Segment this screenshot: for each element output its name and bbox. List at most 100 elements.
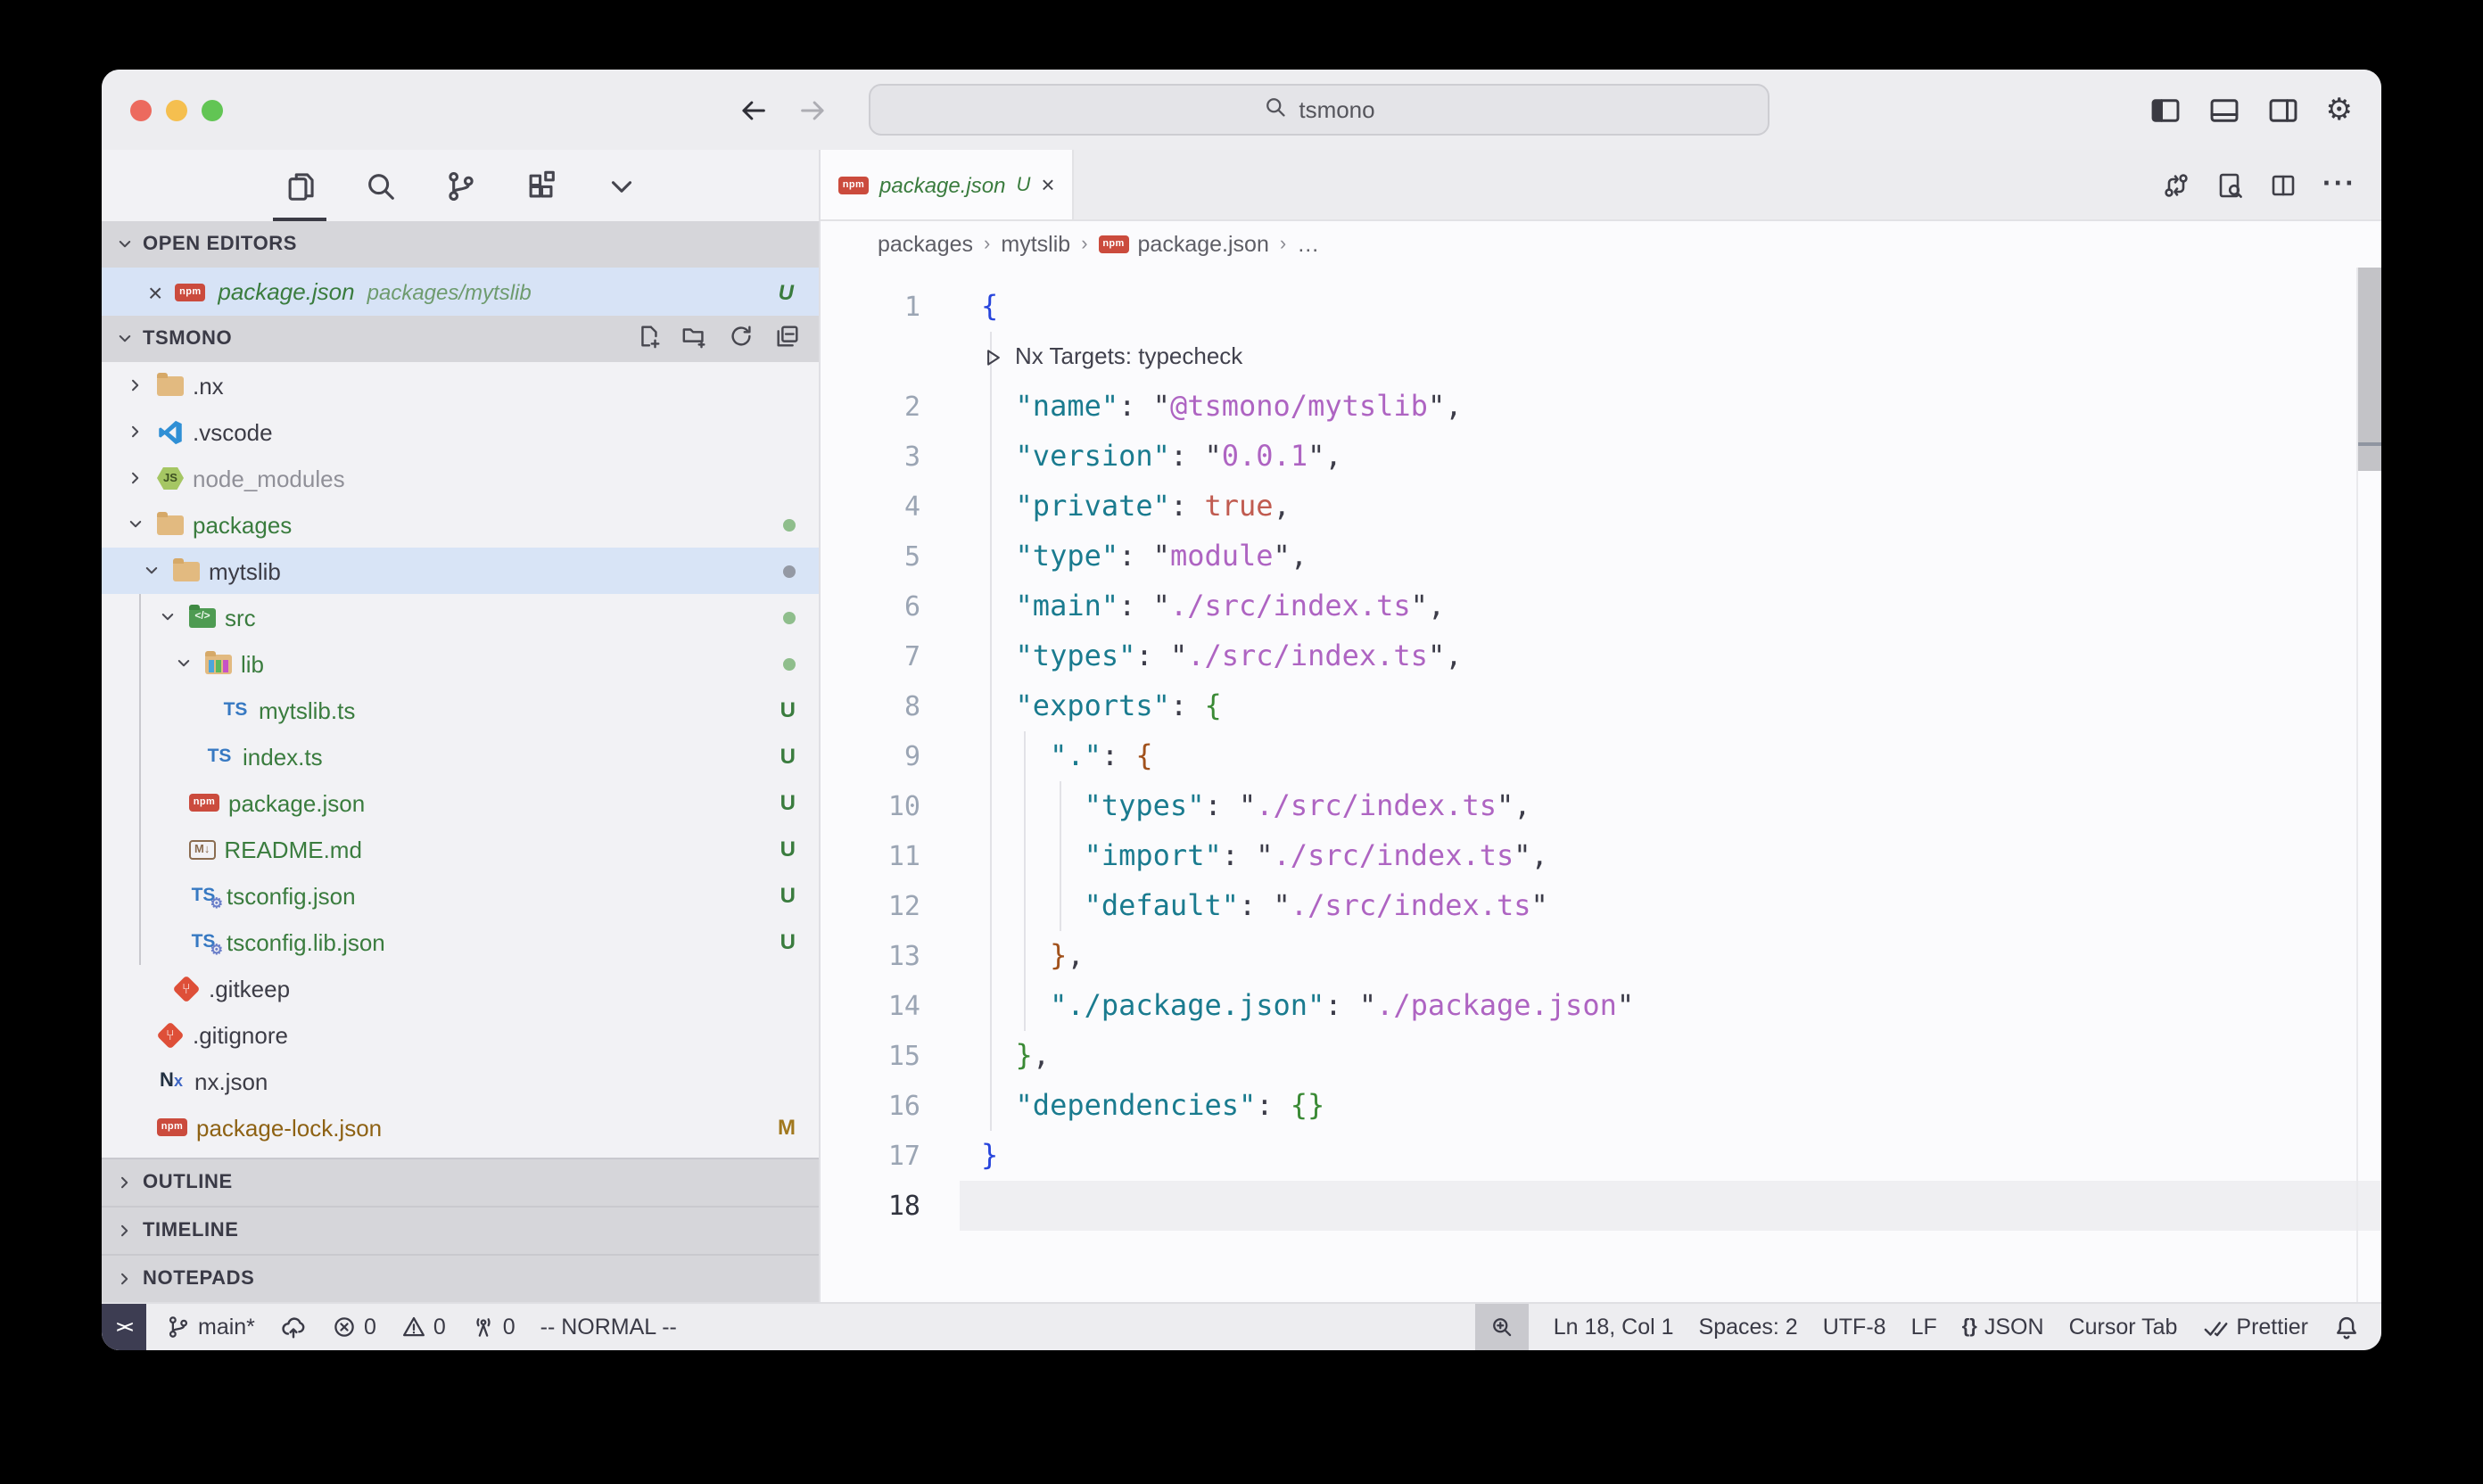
- line-content[interactable]: Nx Targets: typecheck: [960, 332, 2381, 382]
- collapse-all-icon[interactable]: [774, 323, 801, 355]
- indentation-status[interactable]: Spaces: 2: [1699, 1304, 1798, 1350]
- section-workspace[interactable]: TSMONO: [102, 316, 819, 362]
- toggle-sidebar-right-icon[interactable]: [2267, 94, 2299, 126]
- section-timeline[interactable]: TIMELINE: [102, 1206, 819, 1254]
- line-content[interactable]: "type": "module",: [960, 532, 2381, 581]
- back-button[interactable]: [737, 94, 769, 126]
- errors-status-icon: [332, 1315, 357, 1340]
- code-area[interactable]: 1{ Nx Targets: typecheck2 "name": "@tsmo…: [821, 268, 2381, 1302]
- line-content[interactable]: ".": {: [960, 731, 2381, 781]
- language-mode-status[interactable]: {}JSON: [1962, 1304, 2044, 1350]
- line-content[interactable]: "./package.json": "./package.json": [960, 981, 2381, 1031]
- new-file-icon[interactable]: [635, 323, 662, 355]
- tree-item-.vscode[interactable]: .vscode: [102, 408, 819, 455]
- publish-status[interactable]: [280, 1304, 307, 1350]
- tree-item-.gitignore[interactable]: ⑂.gitignore: [102, 1011, 819, 1058]
- line-content[interactable]: },: [960, 931, 2381, 981]
- line-content[interactable]: "types": "./src/index.ts",: [960, 781, 2381, 831]
- git-branch-status[interactable]: main*: [166, 1304, 255, 1350]
- ports-status[interactable]: 0: [471, 1304, 516, 1350]
- eol-status[interactable]: LF: [1911, 1304, 1937, 1350]
- formatter-status[interactable]: Prettier: [2202, 1304, 2308, 1350]
- close-tab-icon[interactable]: ×: [1041, 171, 1054, 198]
- tree-item-package.json[interactable]: npmpackage.jsonU: [102, 779, 819, 826]
- zoom-window-button[interactable]: [202, 99, 223, 120]
- settings-gear-icon[interactable]: ⚙: [2326, 95, 2354, 125]
- tree-item-package-lock.json[interactable]: npmpackage-lock.jsonM: [102, 1104, 819, 1150]
- forward-button[interactable]: [797, 94, 829, 126]
- remote-indicator[interactable]: ><: [102, 1304, 146, 1350]
- new-folder-icon[interactable]: [681, 323, 708, 355]
- open-editor-file: package.json: [218, 278, 354, 305]
- close-window-button[interactable]: [130, 99, 152, 120]
- encoding-status[interactable]: UTF-8: [1823, 1304, 1886, 1350]
- breadcrumb-item-[interactable]: …: [1297, 232, 1319, 257]
- git-compare-icon[interactable]: [2162, 170, 2190, 199]
- code-line-13: 13 },: [821, 931, 2381, 981]
- toggle-sidebar-left-icon[interactable]: [2149, 94, 2182, 126]
- traffic-lights: [130, 70, 223, 150]
- tree-item-.gitkeep[interactable]: ⑂.gitkeep: [102, 965, 819, 1011]
- extensions-icon[interactable]: [524, 150, 557, 221]
- line-content[interactable]: "name": "@tsmono/mytslib",: [960, 382, 2381, 432]
- warnings-status[interactable]: 0: [401, 1304, 446, 1350]
- vim-mode-status[interactable]: -- NORMAL --: [540, 1304, 677, 1350]
- source-control-icon[interactable]: [443, 150, 477, 221]
- line-content[interactable]: "version": "0.0.1",: [960, 432, 2381, 482]
- language-mode-status-icon: {}: [1962, 1316, 1977, 1338]
- line-content[interactable]: "private": true,: [960, 482, 2381, 532]
- line-content[interactable]: }: [960, 1131, 2381, 1181]
- line-content[interactable]: [960, 1181, 2381, 1231]
- editor-scrollbar[interactable]: [2356, 268, 2381, 1302]
- errors-status[interactable]: 0: [332, 1304, 376, 1350]
- search-icon[interactable]: [363, 150, 397, 221]
- tree-item-mytslib[interactable]: mytslib: [102, 548, 819, 594]
- line-content[interactable]: {: [960, 282, 2381, 332]
- history-nav: [737, 70, 829, 150]
- tree-item-packages[interactable]: packages: [102, 501, 819, 548]
- minimize-window-button[interactable]: [166, 99, 187, 120]
- tree-item-mytslib.ts[interactable]: TSmytslib.tsU: [102, 687, 819, 733]
- zoom-button[interactable]: [1475, 1304, 1529, 1350]
- code-line-8: 8 "exports": {: [821, 681, 2381, 731]
- tree-item-tsconfig.lib.json[interactable]: TS⚙tsconfig.lib.jsonU: [102, 919, 819, 965]
- open-editor-entry[interactable]: × npm package.json packages/mytslib U: [102, 268, 819, 316]
- line-content[interactable]: "types": "./src/index.ts",: [960, 631, 2381, 681]
- cursor-position-status[interactable]: Ln 18, Col 1: [1554, 1304, 1674, 1350]
- section-notepads[interactable]: NOTEPADS: [102, 1254, 819, 1302]
- notebook-search-icon[interactable]: [2215, 170, 2244, 199]
- section-open-editors[interactable]: OPEN EDITORS: [102, 221, 819, 268]
- refresh-icon[interactable]: [728, 323, 755, 355]
- breadcrumb-item-mytslib[interactable]: mytslib: [1001, 232, 1070, 257]
- more-actions-icon[interactable]: ···: [2322, 169, 2356, 201]
- line-content[interactable]: "import": "./src/index.ts",: [960, 831, 2381, 881]
- tree-item-label: .gitkeep: [209, 975, 290, 1002]
- explorer-icon[interactable]: [283, 150, 317, 221]
- close-editor-icon[interactable]: ×: [148, 277, 162, 306]
- split-editor-icon[interactable]: [2269, 170, 2297, 199]
- tree-item-tsconfig.json[interactable]: TS⚙tsconfig.jsonU: [102, 872, 819, 919]
- more-views-icon[interactable]: [604, 150, 638, 221]
- tree-item-nx.json[interactable]: Nxnx.json: [102, 1058, 819, 1104]
- breadcrumb-item-packages[interactable]: packages: [878, 232, 973, 257]
- line-content[interactable]: },: [960, 1031, 2381, 1081]
- line-content[interactable]: "dependencies": {}: [960, 1081, 2381, 1131]
- tree-item-.nx[interactable]: .nx: [102, 362, 819, 408]
- tab-package-json[interactable]: npm package.json U ×: [821, 150, 1075, 219]
- tree-item-node_modules[interactable]: JSnode_modules: [102, 455, 819, 501]
- line-content[interactable]: "exports": {: [960, 681, 2381, 731]
- tree-item-README.md[interactable]: M↓README.mdU: [102, 826, 819, 872]
- breadcrumb-item-package.json[interactable]: npmpackage.json: [1099, 232, 1269, 257]
- cursor-tab-status[interactable]: Cursor Tab: [2069, 1304, 2178, 1350]
- scrollbar-thumb[interactable]: [2358, 268, 2381, 471]
- toggle-panel-icon[interactable]: [2208, 94, 2240, 126]
- line-number: [821, 332, 960, 382]
- tree-item-src[interactable]: </>src: [102, 594, 819, 640]
- tree-item-index.ts[interactable]: TSindex.tsU: [102, 733, 819, 779]
- section-outline[interactable]: OUTLINE: [102, 1158, 819, 1206]
- line-content[interactable]: "main": "./src/index.ts",: [960, 581, 2381, 631]
- tree-item-lib[interactable]: lib: [102, 640, 819, 687]
- line-content[interactable]: "default": "./src/index.ts": [960, 881, 2381, 931]
- notifications-bell[interactable]: [2333, 1304, 2360, 1350]
- command-center-search[interactable]: tsmono: [869, 84, 1769, 136]
